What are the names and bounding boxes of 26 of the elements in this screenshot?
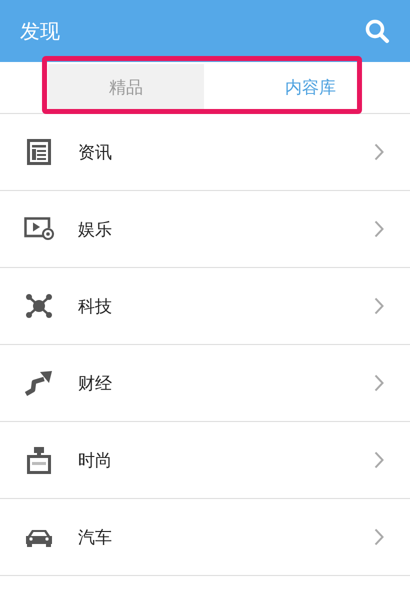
category-label: 娱乐 [78, 218, 113, 240]
page-title: 发现 [20, 18, 60, 44]
category-label: 科技 [78, 296, 113, 318]
document-icon [27, 139, 51, 165]
category-label: 汽车 [78, 526, 113, 548]
chevron-right-icon [374, 143, 384, 161]
chevron-right-icon [374, 297, 384, 315]
category-label: 资讯 [78, 142, 113, 164]
category-label: 时尚 [78, 450, 113, 472]
category-row[interactable]: 时尚 [0, 422, 410, 499]
car-icon [25, 527, 53, 547]
category-row[interactable]: 汽车 [0, 499, 410, 576]
perfume-bottle-icon [27, 446, 51, 474]
category-row[interactable]: 科技 [0, 268, 410, 345]
chevron-right-icon [374, 374, 384, 392]
category-label: 财经 [78, 372, 113, 394]
search-icon[interactable] [364, 18, 390, 44]
category-row[interactable]: 财经 [0, 345, 410, 422]
video-icon [24, 217, 54, 241]
category-row[interactable]: 资讯 [0, 114, 410, 191]
chevron-right-icon [374, 220, 384, 238]
trend-arrow-icon [24, 369, 54, 397]
chevron-right-icon [374, 528, 384, 546]
network-icon [25, 293, 53, 319]
chevron-right-icon [374, 451, 384, 469]
category-row[interactable]: 娱乐 [0, 191, 410, 268]
